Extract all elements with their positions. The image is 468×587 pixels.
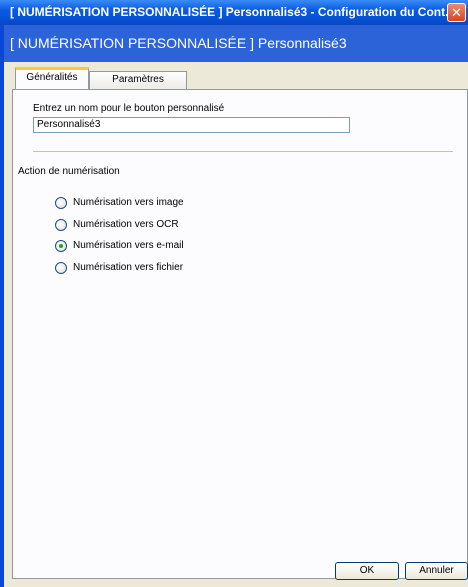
- radio-label: Numérisation vers fichier: [73, 262, 184, 273]
- radio-label: Numérisation vers e-mail: [73, 240, 184, 251]
- dialog-header: [ NUMÉRISATION PERSONNALISÉE ] Personnal…: [4, 25, 468, 62]
- separator: [33, 151, 453, 152]
- dialog-client-area: [ NUMÉRISATION PERSONNALISÉE ] Personnal…: [4, 25, 468, 587]
- radio-button-icon[interactable]: [55, 240, 67, 252]
- title-bar[interactable]: [ NUMÉRISATION PERSONNALISÉE ] Personnal…: [0, 0, 468, 25]
- tab-panel: [12, 89, 468, 579]
- radio-label: Numérisation vers OCR: [73, 219, 179, 230]
- dialog-window: [ NUMÉRISATION PERSONNALISÉE ] Personnal…: [0, 0, 468, 587]
- tab-label: Généralités: [26, 72, 78, 83]
- name-label: Entrez un nom pour le bouton personnalis…: [33, 103, 225, 114]
- radio-label: Numérisation vers image: [73, 197, 184, 208]
- close-icon[interactable]: ✕: [447, 3, 466, 22]
- tab-generalites[interactable]: Généralités: [15, 67, 89, 89]
- window-title: [ NUMÉRISATION PERSONNALISÉE ] Personnal…: [10, 5, 456, 19]
- ok-button[interactable]: OK: [335, 562, 399, 580]
- scan-action-label: Action de numérisation: [18, 166, 120, 177]
- header-title: [ NUMÉRISATION PERSONNALISÉE ] Personnal…: [10, 35, 347, 51]
- cancel-button[interactable]: Annuler: [405, 562, 468, 580]
- tab-parametres[interactable]: Paramètres: [89, 71, 187, 89]
- tab-label: Paramètres: [112, 74, 164, 85]
- radio-button-icon[interactable]: [55, 219, 67, 231]
- radio-button-icon[interactable]: [55, 262, 67, 274]
- button-name-input[interactable]: Personnalisé3: [33, 117, 350, 133]
- radio-button-icon[interactable]: [55, 197, 67, 209]
